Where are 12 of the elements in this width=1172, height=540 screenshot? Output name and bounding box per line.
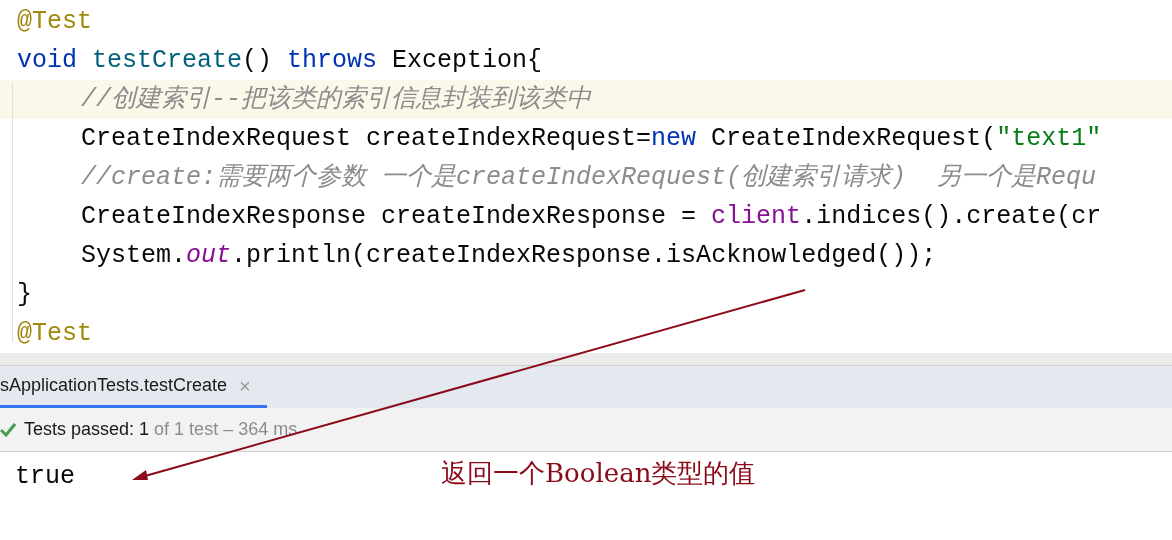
code-line: @Test — [16, 5, 92, 38]
code-line: System.out.println(createIndexResponse.isAcknowledged()); — [80, 239, 937, 272]
annotation-text: 返回一个Boolean类型的值 — [441, 457, 756, 490]
check-icon — [0, 422, 16, 437]
code-line: @Test — [16, 317, 92, 350]
code-line: //create:需要两个参数 一个是createIndexRequest(创建索引请求) 另一个是Requ — [80, 161, 1097, 194]
code-line: } — [16, 278, 32, 311]
code-line: CreateIndexRequest createIndexRequest=new CreateIndexRequest("text1" — [80, 122, 1102, 155]
code-line: void testCreate() throws Exception{ — [16, 44, 543, 77]
console-output: true — [14, 461, 75, 493]
code-line: CreateIndexResponse createIndexResponse = client.indices().create(cr — [80, 200, 1102, 233]
code-line: //创建索引--把该类的索引信息封装到该类中 — [80, 83, 591, 116]
